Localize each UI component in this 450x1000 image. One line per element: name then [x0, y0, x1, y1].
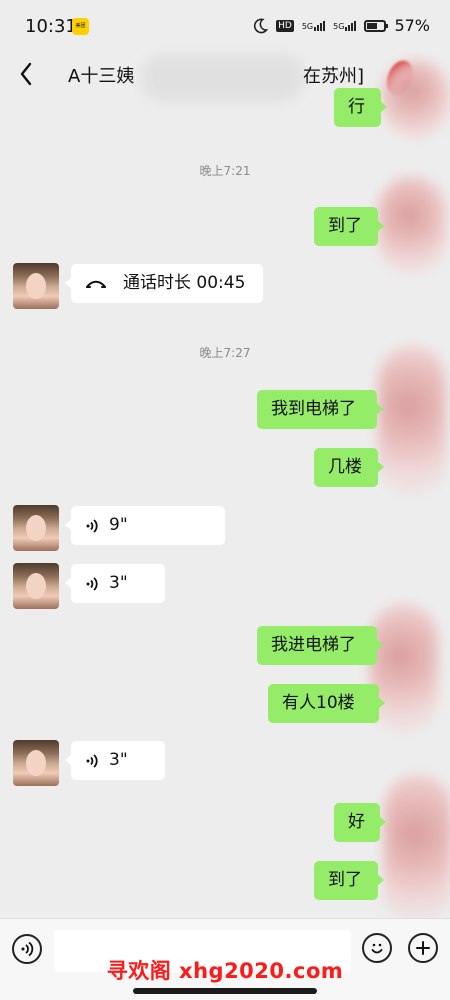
time-label-1: 晚上7:21 — [199, 164, 251, 178]
contact-avatar-1[interactable] — [13, 263, 59, 309]
voice-icon — [86, 518, 98, 533]
voice-message-2[interactable]: 3" — [65, 564, 165, 603]
message-bubble-sent-6[interactable]: 好 — [334, 803, 386, 842]
voice-duration-1: 9" — [109, 515, 128, 535]
message-bubble-sent-2[interactable]: 我到电梯了 — [257, 390, 383, 429]
blurred-avatar-2 — [378, 176, 446, 274]
message-bubble-sent-5[interactable]: 有人10楼 — [268, 684, 385, 723]
blurred-avatar-4 — [370, 604, 438, 734]
signal-bars-1 — [314, 20, 326, 31]
message-bubble-sent-7[interactable]: 到了 — [314, 861, 384, 900]
contact-avatar-2[interactable] — [13, 505, 59, 551]
signal-2-label: 5G — [333, 21, 345, 31]
blurred-avatar-1 — [382, 60, 450, 138]
blurred-avatar-5 — [384, 774, 450, 924]
status-time: 10:31 — [25, 16, 77, 37]
call-duration-text: 通话时长 00:45 — [123, 273, 246, 293]
contact-face-4 — [26, 750, 46, 776]
time-label-2: 晚上7:27 — [199, 346, 251, 360]
home-indicator[interactable] — [133, 988, 317, 994]
status-bar: 10:31 美团 HD 5G 5G 57% — [0, 0, 450, 52]
chat-title-prefix: A十三姨 — [68, 66, 135, 87]
battery-percent: 57% — [394, 16, 430, 35]
chat-screen: 10:31 美团 HD 5G 5G 57% A十三姨 在苏州] 行 晚上7:21… — [0, 0, 450, 1000]
hd-badge: HD — [276, 19, 294, 32]
contact-avatar-4[interactable] — [13, 740, 59, 786]
signal-2: 5G — [333, 20, 357, 31]
app-badge: 美团 — [72, 18, 89, 35]
status-icons: HD 5G 5G 57% — [252, 16, 430, 35]
signal-bars-2 — [345, 20, 357, 31]
voice-message-3[interactable]: 3" — [65, 741, 165, 780]
message-bubble-sent-3[interactable]: 几楼 — [314, 448, 384, 487]
contact-face-1 — [26, 273, 46, 299]
voice-duration-3: 3" — [109, 750, 128, 770]
message-bubble-sent-top[interactable]: 行 — [334, 88, 387, 127]
call-bubble[interactable]: 通话时长 00:45 — [65, 264, 263, 303]
call-icon — [86, 280, 106, 288]
voice-message-1[interactable]: 9" — [65, 506, 225, 545]
signal-1: 5G — [301, 20, 326, 31]
battery-icon — [364, 19, 389, 32]
chat-title-suffix: 在苏州] — [303, 66, 365, 87]
moon-icon — [254, 18, 269, 33]
contact-face-2 — [26, 515, 46, 541]
voice-icon — [86, 576, 98, 591]
message-bubble-sent-4[interactable]: 我进电梯了 — [257, 626, 383, 665]
contact-avatar-3[interactable] — [13, 563, 59, 609]
title-blur — [140, 54, 305, 102]
voice-icon — [86, 753, 98, 768]
message-bubble-sent-1[interactable]: 到了 — [314, 207, 384, 246]
blurred-avatar-3 — [378, 346, 446, 496]
contact-face-3 — [26, 573, 46, 599]
signal-1-label: 5G — [301, 21, 314, 31]
back-icon[interactable] — [16, 60, 36, 88]
voice-duration-2: 3" — [109, 573, 128, 593]
watermark: 寻欢阁 xhg2020.com — [106, 959, 344, 983]
battery-fill — [367, 22, 377, 29]
